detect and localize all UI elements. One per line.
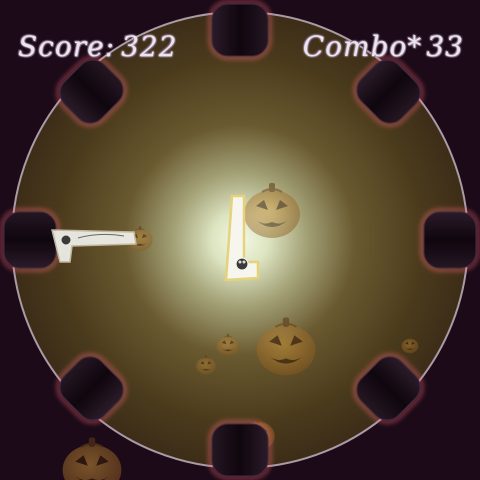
ghost-ball	[235, 257, 249, 271]
combo-value: 33	[426, 30, 464, 63]
hole	[0, 208, 60, 272]
hole	[208, 420, 272, 480]
combo-label: Combo*	[302, 30, 423, 63]
combo-display: Combo* 33	[303, 30, 464, 63]
score-value: 322	[121, 30, 178, 63]
score-display: Score: 322	[18, 30, 178, 63]
ghost-ball	[60, 234, 72, 246]
game-canvas[interactable]	[0, 0, 480, 480]
score-label: Score:	[18, 30, 116, 63]
hole	[208, 0, 272, 60]
hole	[420, 208, 480, 272]
